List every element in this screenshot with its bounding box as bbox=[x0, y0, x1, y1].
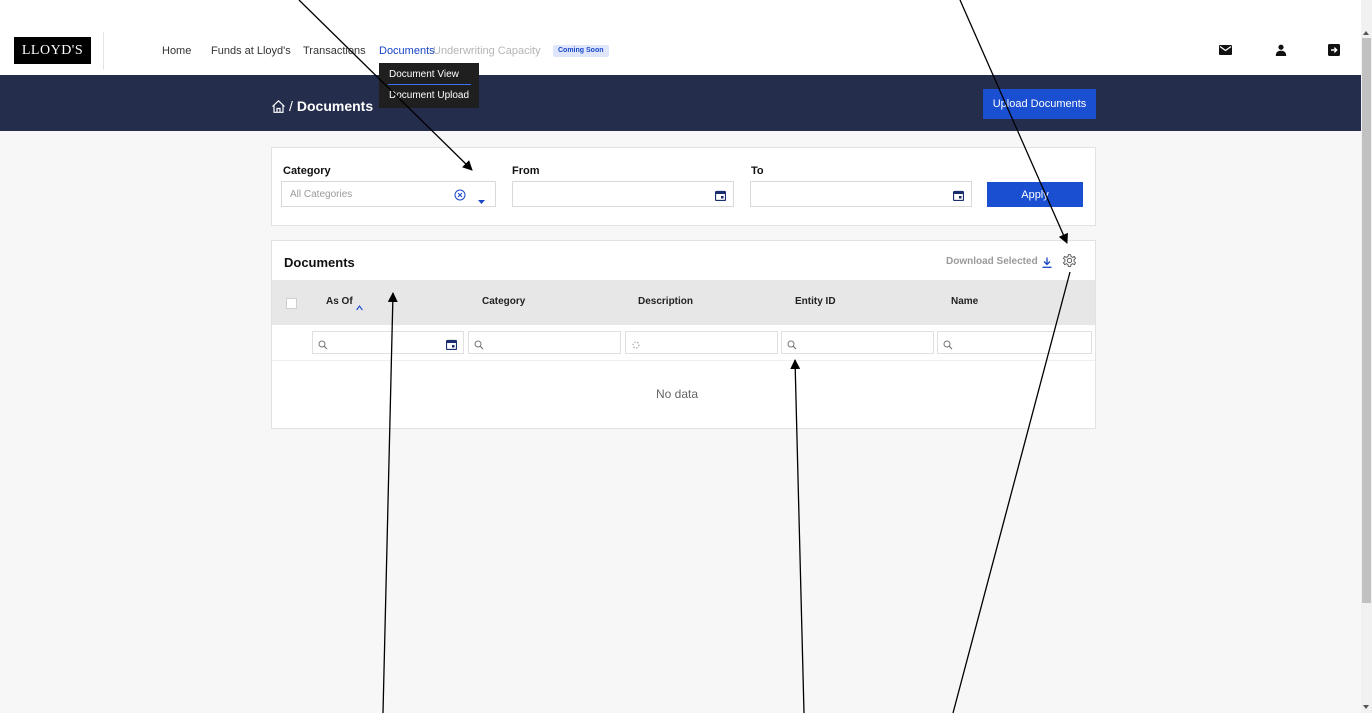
calendar-icon[interactable] bbox=[714, 188, 727, 206]
nav-underwriting-capacity: Underwriting Capacity bbox=[433, 45, 541, 57]
search-icon bbox=[787, 337, 797, 355]
documents-title: Documents bbox=[284, 255, 355, 270]
column-header-description[interactable]: Description bbox=[638, 296, 693, 307]
logout-icon[interactable] bbox=[1327, 43, 1341, 57]
to-label: To bbox=[751, 165, 764, 177]
logo-divider bbox=[103, 32, 104, 70]
page-title: Documents bbox=[296, 98, 374, 114]
calendar-icon[interactable] bbox=[952, 188, 965, 206]
column-header-name[interactable]: Name bbox=[951, 296, 978, 307]
upload-documents-button[interactable]: Upload Documents bbox=[983, 89, 1096, 119]
calendar-icon[interactable] bbox=[445, 337, 458, 355]
nav-documents[interactable]: Documents bbox=[379, 45, 435, 57]
breadcrumb: / Documents bbox=[289, 98, 374, 114]
nav-home[interactable]: Home bbox=[162, 45, 191, 57]
category-select[interactable]: All Categories bbox=[281, 181, 496, 207]
column-header-entity-id[interactable]: Entity ID bbox=[795, 296, 836, 307]
description-filter-input[interactable] bbox=[625, 331, 778, 354]
from-date-input[interactable] bbox=[512, 181, 734, 207]
search-icon bbox=[474, 337, 484, 355]
documents-dropdown-menu: Document View Document Upload bbox=[379, 63, 479, 108]
category-filter-input[interactable] bbox=[468, 331, 621, 354]
category-label: Category bbox=[283, 165, 331, 177]
home-icon[interactable] bbox=[271, 99, 286, 114]
row-divider bbox=[272, 360, 1095, 361]
category-value: All Categories bbox=[290, 189, 353, 200]
page-header-banner bbox=[0, 75, 1361, 131]
search-icon bbox=[943, 337, 953, 355]
clear-icon[interactable] bbox=[454, 188, 466, 206]
column-header-category[interactable]: Category bbox=[482, 296, 525, 307]
to-date-input[interactable] bbox=[750, 181, 972, 207]
apply-button[interactable]: Apply bbox=[987, 182, 1083, 207]
entity-id-filter-input[interactable] bbox=[781, 331, 934, 354]
nav-funds-at-lloyds[interactable]: Funds at Lloyd's bbox=[211, 45, 291, 57]
select-all-checkbox[interactable] bbox=[286, 298, 297, 309]
scroll-down-arrow-icon[interactable] bbox=[1363, 705, 1369, 709]
menu-item-document-view[interactable]: Document View bbox=[389, 69, 459, 80]
search-icon bbox=[318, 337, 328, 355]
lloyds-logo[interactable]: LLOYD'S bbox=[14, 37, 91, 64]
settings-gear-icon[interactable] bbox=[1062, 253, 1077, 273]
download-icon[interactable] bbox=[1042, 255, 1052, 273]
download-selected-button[interactable]: Download Selected bbox=[946, 256, 1038, 267]
name-filter-input[interactable] bbox=[937, 331, 1092, 354]
menu-item-document-upload[interactable]: Document Upload bbox=[389, 90, 469, 101]
nav-transactions[interactable]: Transactions bbox=[303, 45, 366, 57]
coming-soon-badge: Coming Soon bbox=[553, 45, 609, 57]
mail-icon[interactable] bbox=[1218, 43, 1232, 57]
sort-ascending-icon[interactable] bbox=[356, 298, 363, 316]
top-navigation bbox=[0, 0, 1361, 75]
from-label: From bbox=[512, 165, 540, 177]
as-of-filter-input[interactable] bbox=[312, 331, 464, 354]
loading-icon bbox=[631, 337, 641, 355]
scrollbar-thumb[interactable] bbox=[1362, 38, 1371, 603]
column-header-as-of[interactable]: As Of bbox=[326, 296, 353, 307]
chevron-down-icon[interactable] bbox=[478, 192, 485, 210]
scroll-up-arrow-icon[interactable] bbox=[1363, 31, 1369, 35]
user-icon[interactable] bbox=[1274, 43, 1288, 57]
empty-state-message: No data bbox=[656, 387, 699, 401]
menu-selected-indicator bbox=[388, 84, 471, 85]
